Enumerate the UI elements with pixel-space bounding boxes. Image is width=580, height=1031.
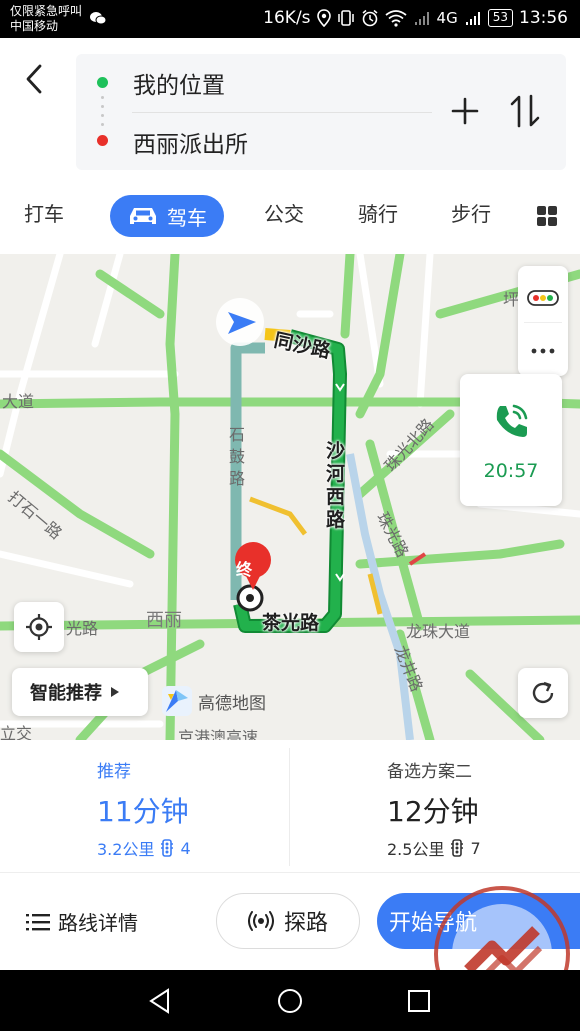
tab-taxi[interactable]: 打车 bbox=[24, 198, 64, 227]
broadcast-icon bbox=[247, 911, 274, 931]
amap-logo-icon bbox=[162, 686, 192, 716]
map-label-ping: 坪 bbox=[503, 290, 520, 309]
more-options-icon[interactable] bbox=[531, 348, 555, 354]
end-marker-label: 终 bbox=[236, 560, 253, 579]
call-taxi-card[interactable]: 20:57 bbox=[460, 374, 562, 506]
status-indicators: 16K/s 4G 53 13:56 bbox=[263, 8, 568, 28]
triangle-right-icon bbox=[111, 687, 119, 697]
wechat-icon bbox=[90, 12, 106, 25]
status-bar: 仅限紧急呼叫 中国移动 16K/s 4G 53 13:56 bbox=[0, 0, 580, 38]
tab-cycling[interactable]: 骑行 bbox=[358, 198, 398, 227]
phone-icon bbox=[496, 404, 528, 437]
tab-drive[interactable]: 驾车 bbox=[110, 195, 224, 237]
tab-walking[interactable]: 步行 bbox=[451, 198, 491, 227]
back-icon[interactable] bbox=[20, 62, 50, 96]
map-view[interactable]: 大道 石鼓路 同沙路 沙河西路 茶光路 珠光北路 珠光路 打石一路 西丽 光路 … bbox=[0, 254, 580, 740]
map-label-xili: 西丽 bbox=[146, 610, 182, 631]
route-input-card: 我的位置 西丽派出所 bbox=[76, 54, 566, 170]
traffic-light-count-icon bbox=[161, 839, 174, 857]
car-icon bbox=[130, 208, 156, 224]
traffic-light-count-icon bbox=[451, 839, 464, 857]
route-option-alternative[interactable]: 备选方案二 12分钟 2.5公里 7 bbox=[290, 740, 580, 872]
battery-indicator: 53 bbox=[487, 9, 513, 27]
option-meta: 3.2公里 4 bbox=[97, 836, 191, 860]
route-option-recommended[interactable]: 推荐 11分钟 3.2公里 4 bbox=[0, 740, 290, 872]
refresh-icon bbox=[532, 681, 554, 704]
travel-mode-tabs: 打车 驾车 公交 骑行 步行 bbox=[0, 178, 580, 254]
route-options: 推荐 11分钟 3.2公里 4 备选方案二 12分钟 2.5公里 7 bbox=[0, 740, 580, 872]
nav-home-icon[interactable] bbox=[276, 987, 304, 1015]
option-light-count: 4 bbox=[180, 838, 191, 858]
amap-logo: 高德地图 bbox=[162, 686, 266, 716]
traffic-light-icon[interactable] bbox=[527, 290, 559, 306]
carrier-emergency: 仅限紧急呼叫 bbox=[10, 4, 83, 18]
more-modes-grid-icon[interactable] bbox=[536, 205, 558, 227]
smart-recommend-button[interactable]: 智能推荐 bbox=[12, 668, 148, 716]
locate-button[interactable] bbox=[14, 602, 64, 652]
route-header: 我的位置 西丽派出所 bbox=[0, 38, 580, 178]
amap-logo-text: 高德地图 bbox=[198, 693, 266, 714]
vibrate-icon bbox=[337, 10, 354, 26]
locate-icon bbox=[26, 614, 52, 640]
map-label-guanglu: 光路 bbox=[66, 619, 99, 638]
swap-route-icon[interactable] bbox=[508, 92, 542, 130]
tab-drive-label: 驾车 bbox=[167, 205, 207, 230]
nav-back-icon[interactable] bbox=[146, 987, 174, 1015]
signal-icon bbox=[414, 12, 429, 25]
option-distance: 3.2公里 bbox=[97, 840, 155, 859]
map-side-controls bbox=[518, 266, 568, 376]
map-label-shigu: 石鼓路 bbox=[229, 425, 246, 488]
nav-recent-apps-icon[interactable] bbox=[406, 988, 432, 1014]
option-label: 推荐 bbox=[97, 762, 131, 782]
eta-time: 20:57 bbox=[483, 460, 539, 482]
clock: 13:56 bbox=[519, 8, 568, 28]
start-location-field[interactable]: 我的位置 bbox=[133, 66, 225, 100]
location-icon bbox=[316, 9, 331, 27]
alarm-icon bbox=[362, 9, 378, 27]
option-duration: 11分钟 bbox=[97, 795, 189, 828]
option-light-count: 7 bbox=[470, 838, 481, 858]
net-speed: 16K/s bbox=[263, 8, 311, 28]
system-nav-bar bbox=[0, 970, 580, 1031]
signal-strong-icon bbox=[465, 12, 480, 25]
road-label-chaguang: 茶光路 bbox=[262, 612, 320, 634]
end-location-field[interactable]: 西丽派出所 bbox=[133, 125, 248, 159]
smart-recommend-label: 智能推荐 bbox=[30, 683, 102, 704]
route-details-label: 路线详情 bbox=[58, 911, 138, 935]
explore-label: 探路 bbox=[283, 911, 328, 936]
explore-road-button[interactable]: 探路 bbox=[216, 893, 360, 949]
start-dot-icon bbox=[97, 77, 108, 88]
carrier-info: 仅限紧急呼叫 中国移动 bbox=[10, 4, 82, 34]
refresh-button[interactable] bbox=[518, 668, 568, 718]
wifi-icon bbox=[384, 10, 407, 27]
carrier-name: 中国移动 bbox=[10, 19, 59, 33]
map-label-jinggangao: 京港澳高速 bbox=[178, 728, 259, 740]
route-details-button[interactable]: 路线详情 bbox=[26, 907, 138, 936]
add-waypoint-icon[interactable] bbox=[448, 94, 482, 128]
road-label-shahe-xi: 沙河西路 bbox=[326, 440, 346, 531]
route-connector bbox=[101, 96, 104, 126]
option-label: 备选方案二 bbox=[387, 762, 472, 782]
map-label-dadao: 大道 bbox=[2, 392, 35, 411]
map-label-longzhu: 龙珠大道 bbox=[406, 622, 471, 641]
route-divider bbox=[132, 112, 432, 113]
tab-transit[interactable]: 公交 bbox=[264, 198, 304, 227]
network-type: 4G bbox=[436, 9, 458, 27]
map-label-lijiao: 立交 bbox=[0, 724, 33, 740]
option-duration: 12分钟 bbox=[387, 795, 479, 828]
list-icon bbox=[26, 913, 50, 930]
end-dot-icon bbox=[97, 135, 108, 146]
option-meta: 2.5公里 7 bbox=[387, 836, 481, 860]
option-distance: 2.5公里 bbox=[387, 840, 445, 859]
